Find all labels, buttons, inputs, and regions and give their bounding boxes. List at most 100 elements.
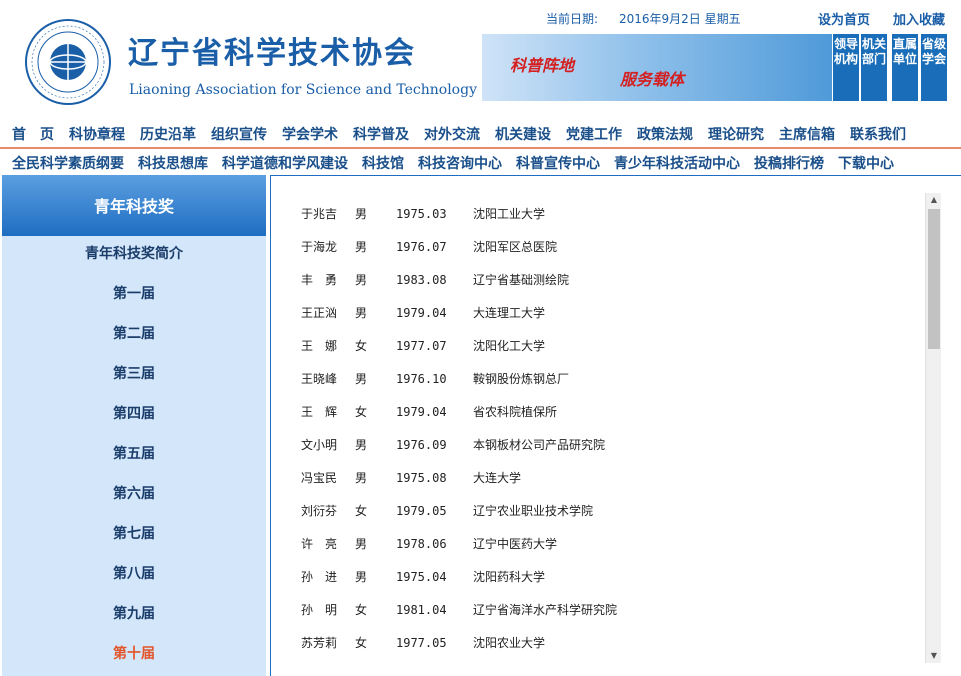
awardee-birth: 1978.06 [396,537,447,551]
awardee-sex: 男 [355,207,368,221]
nav-popularization[interactable]: 科学普及 [353,124,409,144]
nav-home[interactable]: 首 页 [12,124,54,144]
awardee-name: 王 辉 [301,405,338,419]
nav-charter[interactable]: 科协章程 [69,124,125,144]
awardee-org: 大连理工大学 [473,306,546,320]
awardee-sex: 男 [355,537,368,551]
date-value: 2016年9月2日 星期五 [619,12,741,26]
awardee-org: 沈阳农业大学 [473,636,546,650]
nav-mailbox[interactable]: 主席信箱 [779,124,835,144]
add-favorite-link[interactable]: 加入收藏 [893,9,945,28]
nav-theory[interactable]: 理论研究 [708,124,764,144]
nav-academic[interactable]: 学会学术 [282,124,338,144]
awardee-sex: 男 [355,306,368,320]
awardee-org: 鞍钢股份炼钢总厂 [473,372,570,386]
nav-history[interactable]: 历史沿革 [140,124,196,144]
date-label: 当前日期: [546,12,599,26]
awardee-org: 辽宁农业职业技术学院 [473,504,594,518]
sidebar-item-session-3[interactable]: 第三届 [2,356,266,392]
awardee-birth: 1976.07 [396,240,447,254]
site-header: 辽宁省科学技术协会 Liaoning Association for Scien… [0,0,961,118]
nav-construction[interactable]: 机关建设 [495,124,551,144]
nav-literacy-outline[interactable]: 全民科学素质纲要 [12,153,124,173]
awardee-org: 沈阳军区总医院 [473,240,558,254]
cast-logo-icon[interactable] [24,18,112,106]
sidebar-item-session-2[interactable]: 第二届 [2,316,266,352]
awardee-sex: 女 [355,636,368,650]
nav-publicity[interactable]: 科普宣传中心 [516,153,600,173]
departments-button[interactable]: 机关部门 [861,34,887,101]
awardee-name: 文小明 [301,438,338,452]
sidebar-item-session-6[interactable]: 第六届 [2,476,266,512]
awardee-birth: 1976.10 [396,372,447,386]
awardee-sex: 男 [355,570,368,584]
awardee-name: 孙 进 [301,570,338,584]
awardee-list: 于兆吉男 1975.03 沈阳工业大学 于海龙男 1976.07 沈阳军区总医院丰 勇男1… [271,176,961,676]
awardee-org: 辽宁省基础测绘院 [473,273,570,287]
awardee-name: 丰 勇 [301,273,338,287]
banner-text-science: 科普阵地 [510,56,575,75]
sidebar-item-session-1[interactable]: 第一届 [2,276,266,312]
awardee-name: 孙 明 [301,603,338,617]
nav-museum[interactable]: 科技馆 [362,153,404,173]
nav-consulting[interactable]: 科技咨询中心 [418,153,502,173]
awardee-birth: 1975.03 [396,207,447,221]
nav-policy[interactable]: 政策法规 [637,124,693,144]
sidebar-item-intro[interactable]: 青年科技奖简介 [2,236,266,272]
awardee-sex: 女 [355,339,368,353]
sidebar-item-session-4[interactable]: 第四届 [2,396,266,432]
sidebar-item-session-5[interactable]: 第五届 [2,436,266,472]
sidebar-title: 青年科技奖 [2,175,266,236]
promo-banner[interactable]: 科普阵地 服务载体 [482,34,832,101]
sidebar: 青年科技奖 青年科技奖简介 第一届 第二届 第三届 第四届 第五届 第六届 第七… [2,175,266,676]
sidebar-item-session-8[interactable]: 第八届 [2,556,266,592]
awardee-org: 省农科院植保所 [473,405,558,419]
awardee-name: 冯宝民 [301,471,338,485]
awardee-name: 王正汹 [301,306,338,320]
awardee-org: 辽宁中医药大学 [473,537,558,551]
content-scrollbar[interactable]: ▲ ▼ [925,193,941,663]
sidebar-item-session-10[interactable]: 第十届 [2,636,266,672]
awardee-name: 苏芳莉 [301,636,338,650]
sidebar-item-session-7[interactable]: 第七届 [2,516,266,552]
nav-download[interactable]: 下载中心 [838,153,894,173]
sidebar-item-session-9[interactable]: 第九届 [2,596,266,632]
awardee-sex: 女 [355,504,368,518]
awardee-sex: 男 [355,273,368,287]
awardee-sex: 女 [355,603,368,617]
awardee-name: 王晓峰 [301,372,338,386]
scroll-down-icon[interactable]: ▼ [926,649,942,663]
scroll-up-icon[interactable]: ▲ [926,193,942,207]
primary-nav: 首 页 科协章程 历史沿革 组织宣传 学会学术 科学普及 对外交流 机关建设 党… [0,120,961,148]
awardee-org: 沈阳工业大学 [473,207,546,221]
awardee-sex: 女 [355,405,368,419]
org-subtitle: Liaoning Association for Science and Tec… [129,82,477,98]
set-homepage-link[interactable]: 设为首页 [818,9,870,28]
awardee-name: 王 娜 [301,339,338,353]
awardee-org: 沈阳化工大学 [473,339,546,353]
affiliated-units-button[interactable]: 直属单位 [892,34,918,101]
awardee-birth: 1983.08 [396,273,447,287]
nav-contact[interactable]: 联系我们 [850,124,906,144]
awardee-birth: 1979.04 [396,306,447,320]
nav-party[interactable]: 党建工作 [566,124,622,144]
nav-ranking[interactable]: 投稿排行榜 [754,153,824,173]
awardee-sex: 男 [355,471,368,485]
nav-organization[interactable]: 组织宣传 [211,124,267,144]
org-title: 辽宁省科学技术协会 [128,36,416,71]
banner-text-service: 服务载体 [620,70,685,89]
nav-ethics[interactable]: 科学道德和学风建设 [222,153,348,173]
scroll-thumb[interactable] [928,209,940,349]
awardee-birth: 1976.09 [396,438,447,452]
awardee-name: 于兆吉 [301,207,338,221]
provincial-societies-button[interactable]: 省级学会 [921,34,947,101]
awardee-org: 本钢板材公司产品研究院 [473,438,606,452]
leadership-button[interactable]: 领导机构 [833,34,859,101]
secondary-nav: 全民科学素质纲要 科技思想库 科学道德和学风建设 科技馆 科技咨询中心 科普宣传… [0,149,961,176]
awardee-birth: 1979.05 [396,504,447,518]
nav-exchange[interactable]: 对外交流 [424,124,480,144]
nav-youth[interactable]: 青少年科技活动中心 [614,153,740,173]
awardee-list-panel: 于兆吉男 1975.03 沈阳工业大学 于海龙男 1976.07 沈阳军区总医院丰 勇男1… [270,175,961,676]
nav-think-tank[interactable]: 科技思想库 [138,153,208,173]
awardee-birth: 1975.08 [396,471,447,485]
